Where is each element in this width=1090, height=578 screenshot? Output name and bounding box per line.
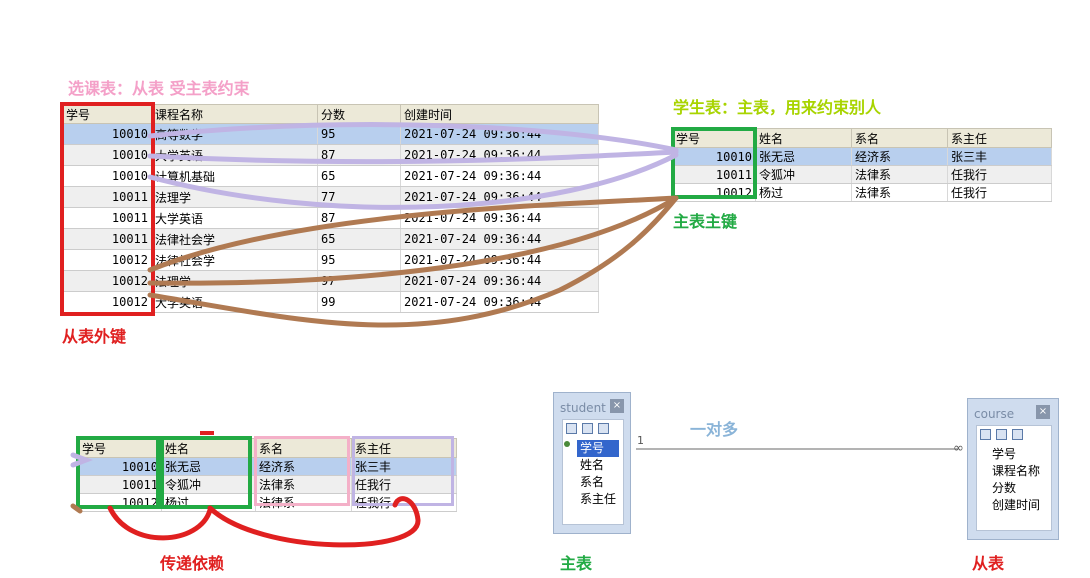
column-header[interactable]: 系名 (851, 128, 948, 148)
table-icon[interactable] (996, 429, 1007, 440)
table-cell[interactable]: 大学英语 (151, 144, 318, 166)
cardinality-many: ∞ (953, 441, 964, 456)
table-cell[interactable]: 2021-07-24 09:36:44 (400, 270, 599, 292)
table-icon[interactable] (582, 423, 593, 434)
table-cell[interactable]: 经济系 (851, 147, 948, 166)
entity-toolbar (566, 423, 609, 437)
table-cell[interactable]: 2021-07-24 09:36:44 (400, 144, 599, 166)
table-cell[interactable]: 65 (317, 165, 401, 187)
table-cell[interactable]: 法律系 (851, 183, 948, 202)
close-icon[interactable]: × (1036, 405, 1050, 419)
table-cell[interactable]: 87 (317, 144, 401, 166)
column-header[interactable]: 系主任 (947, 128, 1052, 148)
transitive-dependency-label: 传递依赖 (160, 554, 225, 573)
entity-title: course (974, 407, 1015, 421)
master-table-label: 主表 (560, 554, 593, 573)
table-cell[interactable]: 2021-07-24 09:36:44 (400, 291, 599, 313)
grid-icon[interactable] (566, 423, 577, 434)
grid-icon[interactable] (980, 429, 991, 440)
table-cell[interactable]: 法律社会学 (151, 228, 318, 250)
table-cell[interactable]: 95 (317, 249, 401, 271)
table-cell[interactable]: 法理学 (151, 270, 318, 292)
entity-body: 学号 课程名称 分数 创建时间 (976, 425, 1052, 531)
column-header[interactable]: 姓名 (755, 128, 852, 148)
field-item[interactable]: 学号 (989, 446, 1043, 463)
cardinality-one: 1 (637, 434, 644, 447)
student-table-title: 学生表：主表，用来约束别人 (673, 98, 882, 117)
table-cell[interactable]: 99 (317, 291, 401, 313)
name-box (160, 436, 252, 509)
field-item[interactable]: 姓名 (577, 457, 619, 474)
dept-name-box (254, 436, 350, 506)
field-item[interactable]: 分数 (989, 480, 1043, 497)
table-cell[interactable]: 任我行 (947, 165, 1052, 184)
table-cell[interactable]: 2021-07-24 09:36:44 (400, 186, 599, 208)
table-cell[interactable]: 87 (317, 207, 401, 229)
column-header[interactable]: 创建时间 (400, 104, 599, 124)
table-cell[interactable]: 法律系 (851, 165, 948, 184)
table-cell[interactable]: 2021-07-24 09:36:44 (400, 207, 599, 229)
table-cell[interactable]: 大学英语 (151, 207, 318, 229)
entity-body: 学号 姓名 系名 系主任 (562, 419, 624, 525)
foreign-key-column-box (60, 102, 155, 316)
dept-head-box (352, 436, 454, 506)
field-item[interactable]: 系名 (577, 474, 619, 491)
table-cell[interactable]: 张三丰 (947, 147, 1052, 166)
course-entity[interactable]: course × 学号 课程名称 分数 创建时间 (967, 398, 1059, 540)
course-table-title: 选课表：从表 受主表约束 (68, 79, 250, 98)
table-cell[interactable]: 法理学 (151, 186, 318, 208)
table-cell[interactable]: 2021-07-24 09:36:44 (400, 165, 599, 187)
table-cell[interactable]: 77 (317, 186, 401, 208)
table-cell[interactable]: 2021-07-24 09:36:44 (400, 123, 599, 145)
key-icon[interactable] (598, 423, 609, 434)
table-cell[interactable]: 2021-07-24 09:36:44 (400, 228, 599, 250)
table-cell[interactable]: 97 (317, 270, 401, 292)
entity-fields: 学号 姓名 系名 系主任 (577, 440, 620, 508)
field-item[interactable]: 学号 (577, 440, 620, 457)
key-icon[interactable] (1012, 429, 1023, 440)
column-header[interactable]: 课程名称 (151, 104, 318, 124)
key-icon (564, 441, 570, 447)
table-cell[interactable]: 计算机基础 (151, 165, 318, 187)
slave-table-label: 从表 (972, 554, 1005, 573)
table-cell[interactable]: 杨过 (755, 183, 852, 202)
column-header[interactable]: 分数 (317, 104, 401, 124)
table-cell[interactable]: 2021-07-24 09:36:44 (400, 249, 599, 271)
student-id-box (76, 436, 160, 509)
foreign-key-label: 从表外键 (62, 327, 127, 346)
table-cell[interactable]: 张无忌 (755, 147, 852, 166)
close-icon[interactable]: × (610, 399, 624, 413)
field-item[interactable]: 系主任 (577, 491, 619, 508)
field-item[interactable]: 课程名称 (989, 463, 1043, 480)
field-item[interactable]: 创建时间 (989, 497, 1043, 514)
table-cell[interactable]: 高等数学 (151, 123, 318, 145)
table-cell[interactable]: 法律社会学 (151, 249, 318, 271)
table-cell[interactable]: 65 (317, 228, 401, 250)
red-dependency-arrow (107, 505, 213, 541)
entity-title: student (560, 401, 606, 415)
table-cell[interactable]: 95 (317, 123, 401, 145)
entity-fields: 学号 课程名称 分数 创建时间 (989, 446, 1043, 514)
primary-key-label: 主表主键 (673, 212, 738, 231)
table-cell[interactable]: 大学英语 (151, 291, 318, 313)
entity-toolbar (980, 429, 1023, 443)
table-cell[interactable]: 令狐冲 (755, 165, 852, 184)
table-cell[interactable]: 任我行 (947, 183, 1052, 202)
student-entity[interactable]: student × 学号 姓名 系名 系主任 (553, 392, 631, 534)
primary-key-column-box (671, 127, 757, 199)
one-to-many-label: 一对多 (690, 420, 739, 439)
